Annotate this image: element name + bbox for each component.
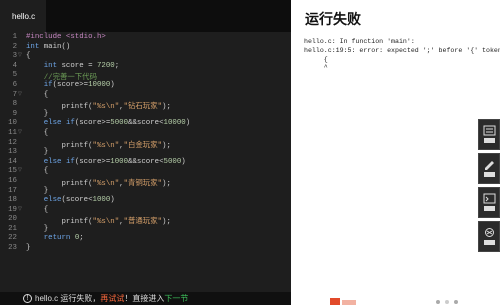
tab-bar: hello.c: [0, 0, 291, 32]
code-text: }: [26, 244, 31, 253]
edit-button[interactable]: [478, 153, 500, 184]
output-line: hello.c:19:5: error: expected ';' before…: [304, 46, 500, 54]
output-line: ^: [304, 64, 328, 72]
output-line: hello.c: In function 'main':: [304, 38, 415, 45]
status-message: hello.c 运行失败，再试试！直接进入下一节: [35, 292, 188, 305]
code-text: #include <stdio.h>: [26, 33, 106, 41]
output-panel: 运行失败 hello.c: In function 'main': hello.c…: [291, 0, 500, 305]
code-line[interactable]: 6 if(score>=10000): [0, 81, 291, 91]
code-line[interactable]: 22 return 0;: [0, 234, 291, 244]
fold-icon[interactable]: ▽: [18, 167, 22, 173]
code-text: int score = 7200;: [43, 61, 120, 70]
code-line[interactable]: 1 #include <stdio.h>: [0, 33, 291, 43]
line-number: 12: [8, 138, 17, 147]
code-text: else if(score>=5000&&score<10000): [43, 119, 191, 128]
line-number: 9: [12, 109, 17, 118]
code-line[interactable]: 21 }: [0, 225, 291, 235]
line-number: 5: [12, 71, 17, 80]
line-number: 6: [12, 80, 17, 89]
status-bar: ! hello.c 运行失败，再试试！直接进入下一节: [0, 292, 291, 305]
code-editor[interactable]: hello.c 1 #include <stdio.h> 2 int main() 3 ▽…: [0, 0, 291, 305]
terminal-button[interactable]: [478, 187, 500, 218]
line-number: 21: [8, 224, 17, 233]
code-line[interactable]: 9 }: [0, 110, 291, 120]
line-number: 20: [8, 215, 17, 224]
code-text: else if(score>=1000&&score<5000): [43, 157, 186, 166]
share-icon[interactable]: [435, 297, 465, 305]
status-middle: ！直接进入: [124, 294, 165, 303]
line-number: 2: [12, 42, 17, 51]
code-line[interactable]: 23}: [0, 244, 291, 254]
code-line[interactable]: 8 printf("%s\n","钻石玩家");: [0, 100, 291, 111]
code-line[interactable]: 7 ▽ {: [0, 91, 291, 101]
code-line[interactable]: 18 else(score<1000): [0, 196, 291, 206]
code-area[interactable]: 1 #include <stdio.h> 2 int main() 3 ▽{4 int s…: [0, 33, 291, 254]
code-text: }: [26, 186, 49, 195]
code-text: }: [26, 224, 49, 233]
code-text: if(score>=10000): [43, 80, 115, 89]
fold-icon[interactable]: ▽: [18, 129, 22, 135]
code-line[interactable]: 10 else if(score>=5000&&score<10000): [0, 119, 291, 129]
line-number: 16: [8, 176, 17, 185]
code-text: {: [26, 167, 49, 176]
code-line[interactable]: 15 ▽ {: [0, 167, 291, 177]
line-number: 10: [8, 119, 17, 128]
line-number: 17: [8, 186, 17, 195]
line-number: 18: [8, 196, 17, 205]
output-log: hello.c: In function 'main': hello.c:19:5…: [304, 38, 500, 73]
line-number: 15: [8, 167, 17, 176]
output-line: {: [304, 55, 328, 63]
next-section-link[interactable]: 下一节: [164, 294, 188, 303]
line-number: 23: [8, 244, 17, 253]
line-number: 8: [12, 100, 17, 109]
fold-icon[interactable]: ▽: [18, 206, 22, 212]
line-number: 3: [12, 52, 17, 61]
tab-hello-c[interactable]: hello.c: [0, 0, 46, 32]
code-line[interactable]: 4 int score = 7200;: [0, 62, 291, 72]
code-line[interactable]: 13 }: [0, 148, 291, 158]
line-number: 22: [8, 234, 17, 243]
info-icon: !: [23, 294, 32, 303]
code-line[interactable]: 20 printf("%s\n","普通玩家");: [0, 215, 291, 226]
code-line[interactable]: 3 ▽ {: [0, 52, 291, 62]
output-footer: [291, 292, 500, 305]
output-title: 运行失败: [305, 11, 361, 27]
code-line[interactable]: 11 ▽ {: [0, 129, 291, 139]
line-number: 11: [8, 128, 17, 137]
code-text: {: [26, 90, 49, 99]
edit-icon: [484, 161, 495, 177]
code-line[interactable]: 14 else if(score>=1000&&score<5000): [0, 158, 291, 168]
code-text: }: [26, 109, 49, 118]
fold-icon[interactable]: ▽: [18, 91, 22, 97]
line-number: 13: [8, 148, 17, 157]
code-line[interactable]: 19 ▽ {: [0, 206, 291, 216]
reset-button[interactable]: [478, 221, 500, 252]
status-prefix: hello.c 运行失败，: [35, 294, 101, 303]
code-line[interactable]: 2 int main(): [0, 43, 291, 53]
code-text: }: [26, 148, 49, 157]
line-number: 19: [8, 205, 17, 214]
code-line[interactable]: 16 printf("%s\n","青铜玩家");: [0, 176, 291, 188]
code-text: {: [26, 128, 49, 137]
code-text: return 0;: [43, 234, 84, 243]
reset-icon: [484, 228, 495, 245]
terminal-icon: [483, 193, 496, 211]
code-text: {: [26, 205, 49, 214]
code-line[interactable]: 5 //完善一下代码: [0, 71, 291, 82]
fold-icon[interactable]: ▽: [18, 52, 22, 58]
line-number: 14: [8, 157, 17, 166]
retry-link[interactable]: 再试试: [100, 294, 124, 303]
code-line[interactable]: 17 }: [0, 187, 291, 197]
code-line[interactable]: 12 printf("%s\n","白金玩家");: [0, 138, 291, 150]
line-number: 4: [12, 61, 17, 70]
task-button[interactable]: [478, 119, 500, 150]
task-icon: [483, 125, 496, 143]
code-text: else(score<1000): [43, 196, 115, 205]
app-logo-icon: [330, 298, 356, 305]
side-toolbar: [478, 119, 500, 255]
code-text: {: [26, 52, 31, 61]
line-number: 7: [12, 90, 17, 99]
code-text: int main(): [26, 42, 71, 51]
line-number: 1: [12, 33, 17, 41]
